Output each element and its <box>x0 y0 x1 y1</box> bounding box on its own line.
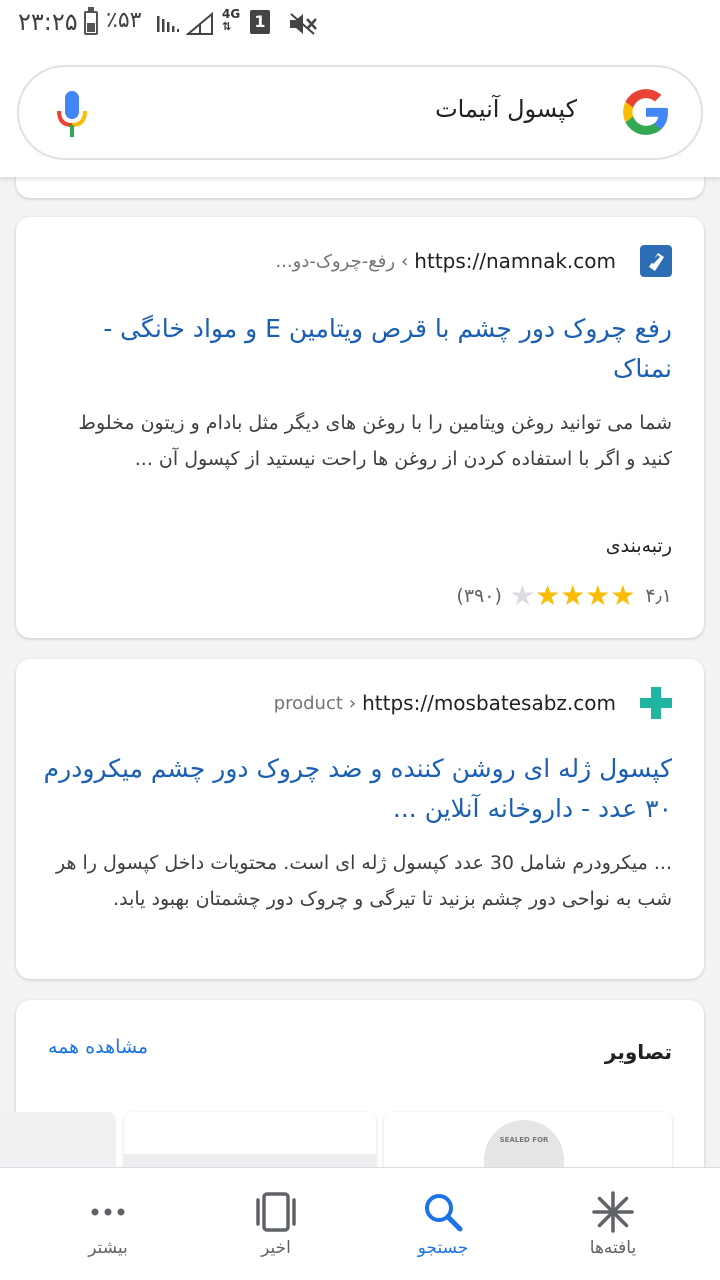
asterisk-icon <box>592 1191 634 1233</box>
rating-count: (۳۹۰) <box>456 585 502 607</box>
search-query-text[interactable]: کپسول آنیمات <box>435 95 577 123</box>
recent-tabs-icon <box>256 1192 296 1232</box>
breadcrumb-separator-icon: › <box>401 250 409 272</box>
status-bar: ۲۳:۲۵ ٪۵۳ 4G ⇅ 1 <box>0 0 720 50</box>
nav-recent[interactable]: اخیر <box>206 1168 346 1280</box>
nav-label: یافته‌ها <box>589 1238 637 1258</box>
result-source[interactable]: https://mosbatesabz.com ‹ product <box>274 685 672 721</box>
star-empty-icon: ★ <box>509 579 535 612</box>
see-all-link[interactable]: مشاهده همه <box>48 1036 148 1058</box>
battery-icon <box>84 7 98 35</box>
mobile-signal-icon <box>186 12 213 35</box>
result-snippet: ... میکرودرم شامل 30 عدد کپسول ژله ای اس… <box>55 852 672 910</box>
namnak-logo-icon <box>640 245 672 277</box>
mute-icon <box>290 13 317 35</box>
nav-label: اخیر <box>261 1238 291 1258</box>
result-title-link[interactable]: کپسول ژله ای روشن کننده و ضد چروک دور چش… <box>42 749 672 829</box>
result-url: https://namnak.com <box>414 249 616 273</box>
bottom-navigation: یافته‌ها جستجو اخیر بیشتر <box>0 1167 720 1280</box>
result-path: product <box>273 692 343 714</box>
rating-row: ۴٫۱ ★ ★ ★ ★ ★ (۳۹۰) <box>456 581 672 611</box>
thumbnail-product-label: SEALED FOR <box>499 1136 549 1144</box>
result-url: https://mosbatesabz.com <box>362 691 616 715</box>
search-icon <box>425 1194 463 1232</box>
rating-label: رتبه‌بندی <box>605 535 672 557</box>
status-time: ۲۳:۲۵ <box>18 8 78 36</box>
star-filled-icon: ★ <box>585 579 611 612</box>
star-filled-icon: ★ <box>610 579 636 612</box>
rating-stars: ★ ★ ★ ★ ★ <box>510 582 636 610</box>
search-result-card[interactable]: https://mosbatesabz.com ‹ product کپسول … <box>16 659 704 979</box>
result-title-link[interactable]: رفع چروک دور چشم با قرص ویتامین E و مواد… <box>42 309 672 389</box>
google-logo-icon[interactable] <box>621 87 671 137</box>
result-snippet: شما می توانید روغن ویتامین را با روغن ها… <box>78 412 672 470</box>
rating-value: ۴٫۱ <box>645 585 672 607</box>
sim-slot-badge: 1 <box>250 10 270 34</box>
signal-strength-icon <box>157 16 179 32</box>
nav-search[interactable]: جستجو <box>373 1168 513 1280</box>
nav-label: بیشتر <box>88 1238 128 1258</box>
nav-label: جستجو <box>417 1238 469 1258</box>
result-source[interactable]: https://namnak.com › رفع-چروک-دو... <box>275 243 672 279</box>
search-header: کپسول آنیمات <box>0 50 720 177</box>
more-dots-icon <box>91 1208 125 1216</box>
images-heading: تصاویر <box>604 1040 672 1064</box>
nav-discover[interactable]: یافته‌ها <box>543 1168 683 1280</box>
star-filled-icon: ★ <box>560 579 586 612</box>
search-box[interactable]: کپسول آنیمات <box>17 65 703 160</box>
nav-more[interactable]: بیشتر <box>38 1168 178 1280</box>
microphone-icon[interactable] <box>55 89 89 139</box>
breadcrumb-separator-icon: ‹ <box>348 692 357 714</box>
search-result-card[interactable]: https://namnak.com › رفع-چروک-دو... رفع … <box>16 217 704 638</box>
result-path: رفع-چروک-دو... <box>275 250 396 272</box>
star-filled-icon: ★ <box>534 579 561 612</box>
status-battery-percent: ٪۵۳ <box>106 8 142 33</box>
network-type-label: 4G ⇅ <box>222 7 241 33</box>
green-cross-icon <box>640 687 672 719</box>
